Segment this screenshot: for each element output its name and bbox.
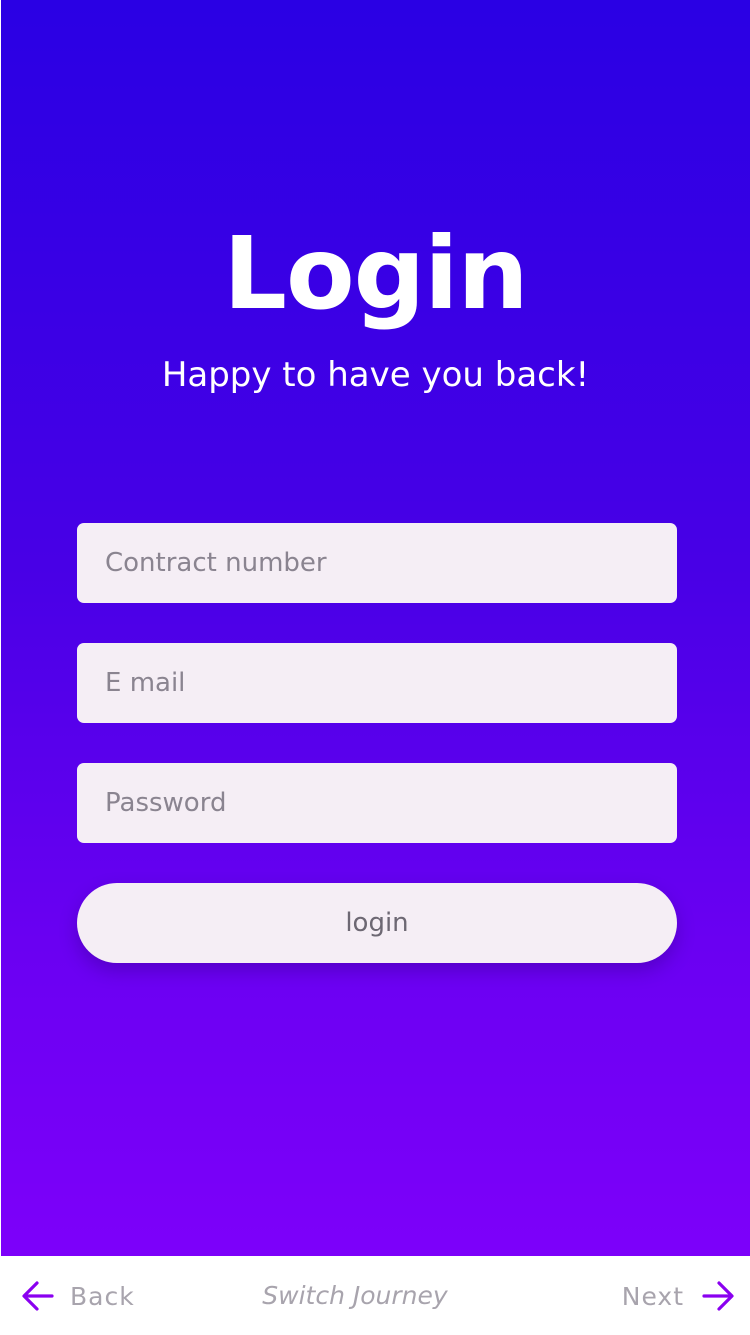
back-button[interactable]: Back xyxy=(20,1276,135,1316)
page-title: Login xyxy=(223,215,528,332)
arrow-left-icon xyxy=(20,1278,56,1314)
password-input[interactable] xyxy=(77,763,677,843)
login-screen: Login Happy to have you back! login xyxy=(1,0,750,1256)
page-subtitle: Happy to have you back! xyxy=(161,355,590,395)
contract-number-input[interactable] xyxy=(77,523,677,603)
login-button[interactable]: login xyxy=(77,883,677,963)
switch-journey-link[interactable]: Switch Journey xyxy=(200,1276,510,1316)
email-input[interactable] xyxy=(77,643,677,723)
next-label: Next xyxy=(621,1281,684,1311)
bottom-nav-bar: Back Switch Journey Next xyxy=(0,1256,750,1335)
next-button[interactable]: Next xyxy=(622,1276,736,1316)
arrow-right-icon xyxy=(700,1278,736,1314)
back-label: Back xyxy=(70,1281,135,1311)
